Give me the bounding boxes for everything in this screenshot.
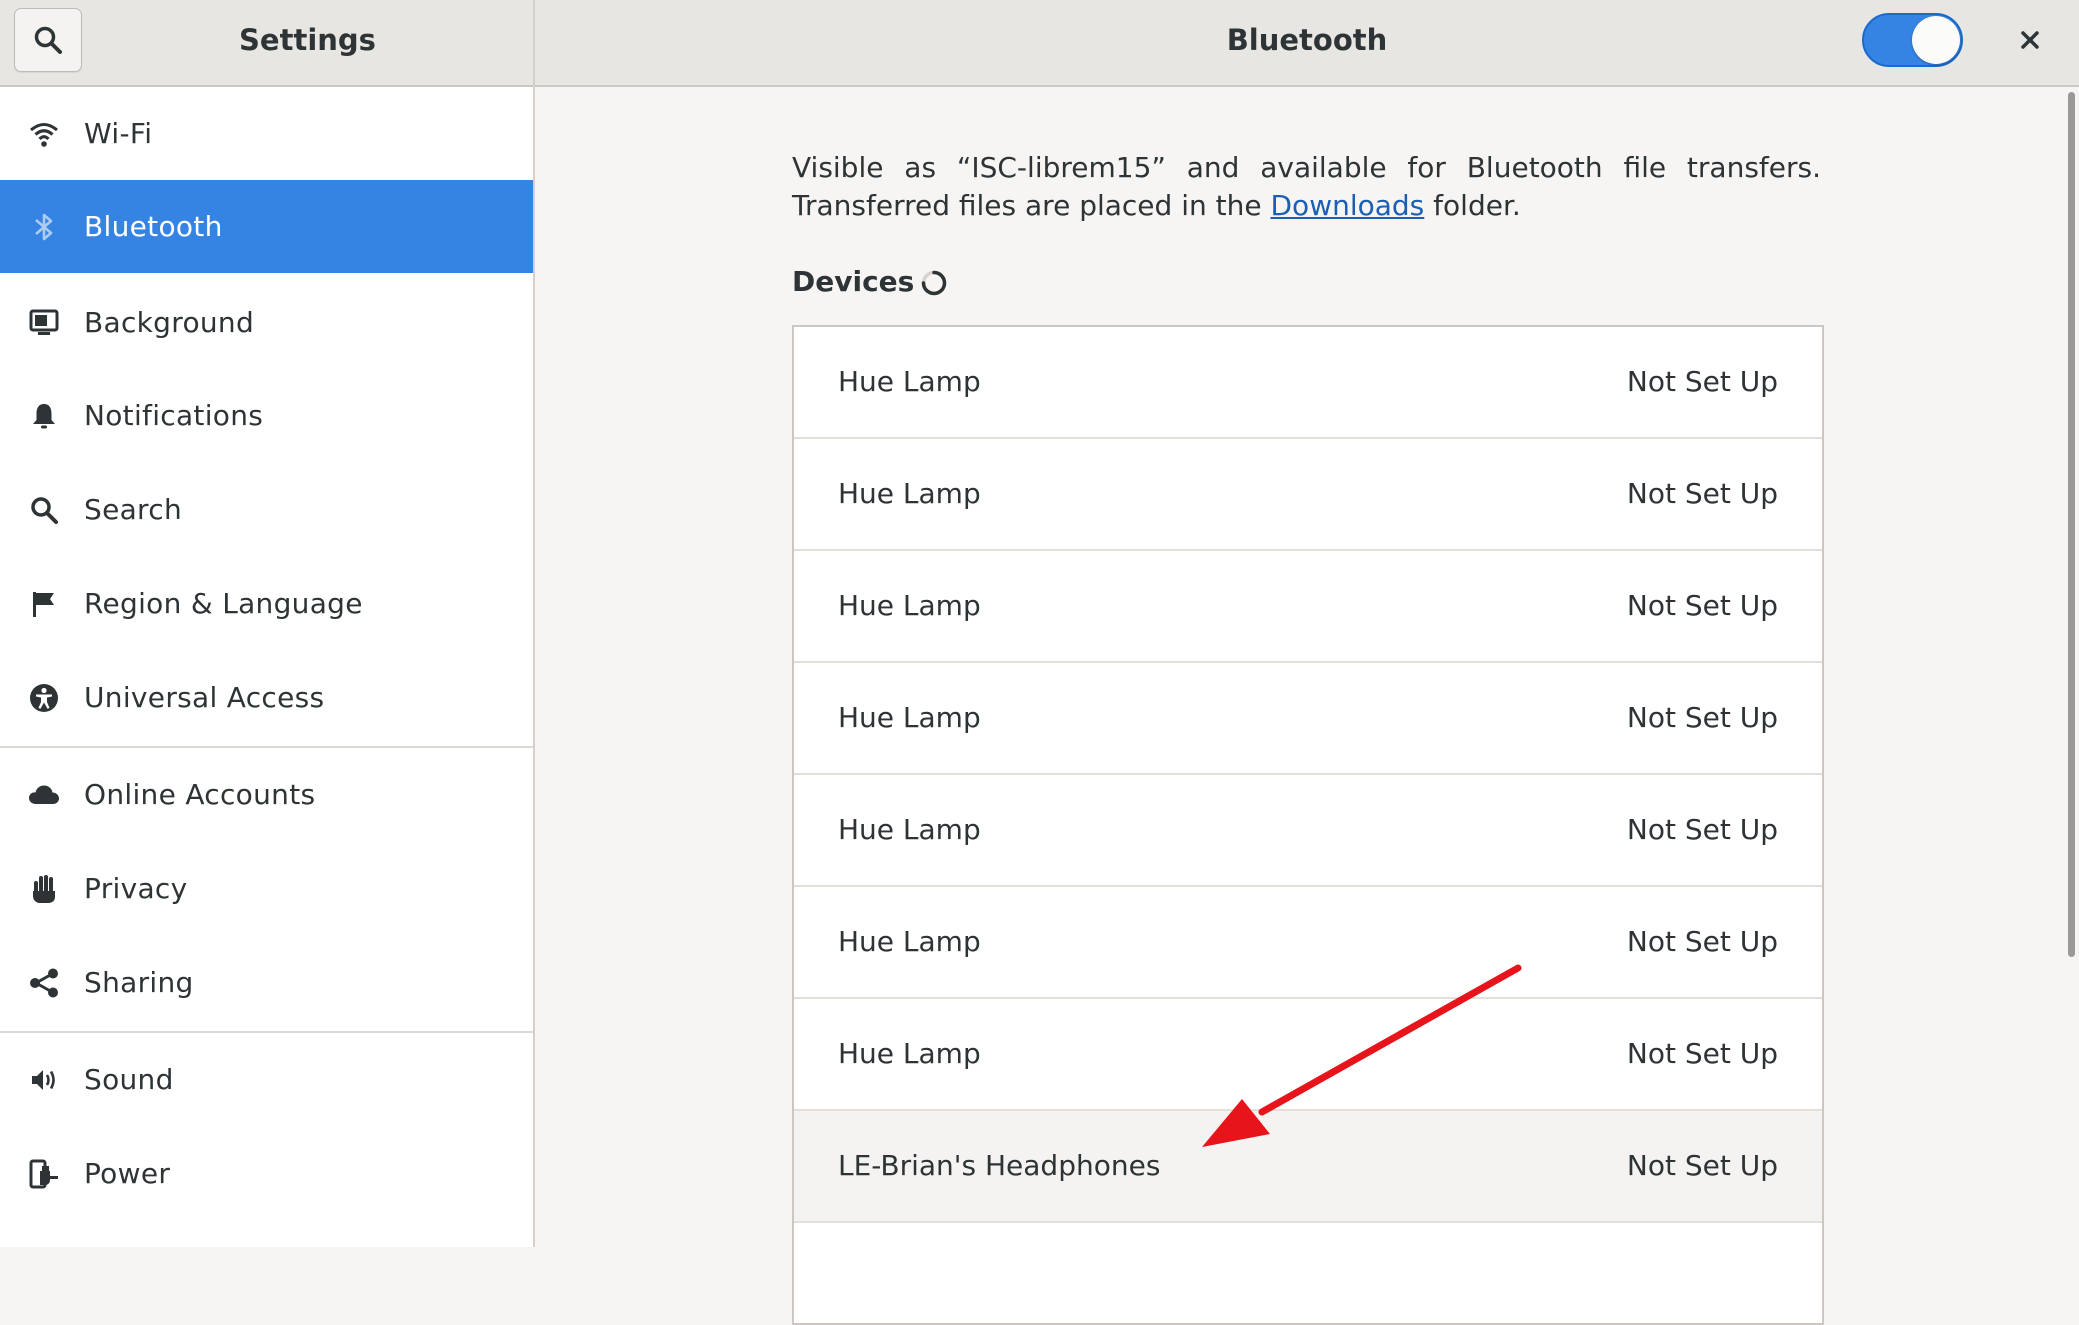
bluetooth-toggle[interactable] [1862, 13, 1963, 67]
background-icon [28, 307, 60, 339]
sidebar-item-sound[interactable]: Sound [0, 1033, 533, 1126]
description-line-2-prefix: Transferred files are placed in the [792, 189, 1271, 222]
toggle-knob[interactable] [1912, 16, 1960, 64]
device-name: Hue Lamp [838, 477, 981, 510]
device-status: Not Set Up [1626, 925, 1778, 958]
sidebar-item-label: Sharing [84, 966, 194, 999]
main-content: Visible as “ISC-librem15” and available … [535, 87, 2079, 1325]
sidebar-item-label: Power [84, 1157, 171, 1190]
device-row[interactable]: Hue Lamp Not Set Up [794, 775, 1822, 887]
sidebar: Wi-Fi Bluetooth Background Notifications [0, 87, 535, 1247]
close-button[interactable] [2008, 20, 2052, 60]
device-status: Not Set Up [1626, 701, 1778, 734]
sidebar-item-label: Universal Access [84, 681, 325, 714]
device-status: Not Set Up [1626, 477, 1778, 510]
sidebar-item-label: Region & Language [84, 587, 363, 620]
sidebar-item-label: Privacy [84, 872, 188, 905]
close-icon [2021, 31, 2039, 49]
cloud-icon [28, 779, 60, 811]
device-row-partial[interactable] [794, 1223, 1822, 1323]
sidebar-item-label: Sound [84, 1063, 174, 1096]
sidebar-item-privacy[interactable]: Privacy [0, 842, 533, 935]
sidebar-item-wifi[interactable]: Wi-Fi [0, 87, 533, 180]
description-line-1: Visible as “ISC-librem15” and available … [792, 151, 1821, 184]
device-row[interactable]: Hue Lamp Not Set Up [794, 887, 1822, 999]
device-name: Hue Lamp [838, 589, 981, 622]
device-status: Not Set Up [1626, 589, 1778, 622]
sidebar-item-label: Notifications [84, 399, 264, 432]
sidebar-item-label: Wi-Fi [84, 117, 153, 150]
sidebar-item-notifications[interactable]: Notifications [0, 369, 533, 462]
wifi-icon [28, 118, 60, 150]
header-left-pane: Settings [0, 0, 535, 87]
speaker-icon [28, 1064, 60, 1096]
device-name: Hue Lamp [838, 925, 981, 958]
bell-icon [28, 400, 60, 432]
device-row[interactable]: Hue Lamp Not Set Up [794, 663, 1822, 775]
search-button[interactable] [14, 8, 82, 72]
power-plug-icon [28, 1158, 60, 1190]
device-row-headphones[interactable]: LE-Brian's Headphones Not Set Up [794, 1111, 1822, 1223]
sidebar-item-label: Online Accounts [84, 778, 316, 811]
sidebar-item-label: Background [84, 306, 255, 339]
device-status: Not Set Up [1626, 1149, 1778, 1182]
device-name: LE-Brian's Headphones [838, 1149, 1161, 1182]
device-name: Hue Lamp [838, 365, 981, 398]
device-row[interactable]: Hue Lamp Not Set Up [794, 327, 1822, 439]
sidebar-item-region-language[interactable]: Region & Language [0, 557, 533, 650]
downloads-link[interactable]: Downloads [1271, 189, 1425, 222]
sidebar-item-search[interactable]: Search [0, 463, 533, 556]
sidebar-item-bluetooth[interactable]: Bluetooth [0, 180, 533, 273]
visibility-description: Visible as “ISC-librem15” and available … [792, 149, 1821, 225]
scrollbar[interactable] [2068, 92, 2075, 957]
device-status: Not Set Up [1626, 813, 1778, 846]
loading-spinner-icon [921, 270, 947, 296]
sidebar-item-label: Search [84, 493, 182, 526]
sidebar-item-online-accounts[interactable]: Online Accounts [0, 748, 533, 841]
sidebar-item-sharing[interactable]: Sharing [0, 936, 533, 1029]
flag-icon [28, 588, 60, 620]
device-name: Hue Lamp [838, 701, 981, 734]
accessibility-icon [28, 682, 60, 714]
device-row[interactable]: Hue Lamp Not Set Up [794, 551, 1822, 663]
device-status: Not Set Up [1626, 1037, 1778, 1070]
device-name: Hue Lamp [838, 1037, 981, 1070]
sidebar-item-power[interactable]: Power [0, 1127, 533, 1220]
device-status: Not Set Up [1626, 365, 1778, 398]
settings-title: Settings [239, 23, 376, 57]
bluetooth-icon [28, 211, 60, 243]
hand-icon [28, 873, 60, 905]
sidebar-item-universal-access[interactable]: Universal Access [0, 651, 533, 744]
description-line-2-suffix: folder. [1424, 189, 1521, 222]
share-icon [28, 967, 60, 999]
sidebar-item-label: Bluetooth [84, 210, 223, 243]
search-icon [34, 26, 62, 54]
header-bar: Settings Bluetooth [0, 0, 2079, 87]
search-icon [28, 494, 60, 526]
device-list: Hue Lamp Not Set Up Hue Lamp Not Set Up … [792, 325, 1824, 1325]
devices-heading: Devices [792, 265, 915, 298]
device-row[interactable]: Hue Lamp Not Set Up [794, 439, 1822, 551]
sidebar-item-background[interactable]: Background [0, 276, 533, 369]
device-row[interactable]: Hue Lamp Not Set Up [794, 999, 1822, 1111]
page-title: Bluetooth [1226, 23, 1388, 57]
device-name: Hue Lamp [838, 813, 981, 846]
